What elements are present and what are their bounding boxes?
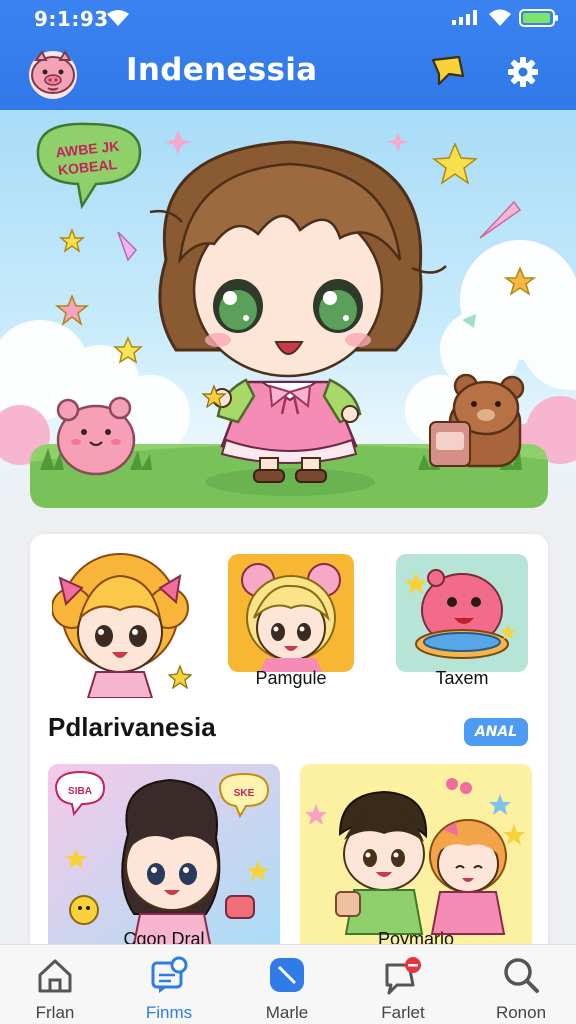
nav-item-home[interactable]: Frlan (0, 945, 110, 1024)
character-illustration (300, 764, 532, 954)
character-card[interactable]: SIBA SKE Cgon Dral (48, 764, 280, 954)
section-title: Pdlarivanesia (48, 712, 216, 742)
chibi-girl-character (149, 140, 447, 483)
card-bubble-text: SIBA (68, 786, 92, 797)
wifi-icon (489, 9, 511, 26)
nav-item-search[interactable]: Ronon (466, 945, 576, 1024)
status-bar: 9:1:93 (0, 0, 576, 36)
wifi-icon (107, 10, 129, 26)
battery-icon (519, 9, 558, 27)
nav-item-label: Ronon (495, 1003, 547, 1022)
nav-item-label: Farlet (381, 1003, 425, 1022)
nav-item-compose[interactable]: Marle (232, 945, 342, 1024)
character-illustration (228, 554, 354, 672)
nav-item-label: Frlan (35, 1003, 75, 1022)
character-illustration (52, 553, 192, 698)
featured-character-tile[interactable]: Pamgule (228, 554, 354, 714)
nav-item-chat[interactable]: Finms (114, 945, 224, 1024)
pink-bear (56, 396, 136, 476)
bottom-navigation: Frlan Finms Marle Farlet Ronon (0, 944, 576, 1024)
content-card: Pamgule Taxem Pdlarivanesia ANAL SIBA SK… (30, 534, 548, 954)
nav-item-label: Finms (145, 1003, 193, 1022)
compose-icon (270, 958, 304, 992)
app-header: 9:1:93 Indenessia (0, 0, 576, 110)
character-illustration (396, 554, 528, 672)
bookmark-icon[interactable] (429, 54, 467, 88)
featured-character-tile[interactable]: Taxem (396, 554, 528, 714)
page-title: Indenessia (126, 52, 318, 88)
notification-chat-icon (385, 957, 421, 995)
hero-illustration: AWBE JK KOBEAL (0, 122, 576, 508)
nav-item-label: Marle (265, 1003, 309, 1022)
chat-icon (151, 956, 188, 993)
character-illustration: SIBA SKE (48, 764, 280, 954)
signal-icon (452, 10, 477, 25)
search-icon (504, 958, 539, 993)
pig-avatar-icon[interactable] (24, 44, 82, 102)
featured-character-label: Taxem (435, 668, 489, 688)
nav-item-notifications[interactable]: Farlet (348, 945, 458, 1024)
card-bubble-text: SKE (234, 788, 255, 799)
character-card[interactable]: Poymario (300, 764, 532, 954)
home-icon (38, 959, 72, 993)
see-all-button[interactable]: ANAL (464, 718, 528, 746)
status-time: 9:1:93 (34, 7, 109, 31)
featured-character-label: Pamgule (255, 668, 327, 688)
featured-character-tile[interactable] (52, 548, 192, 698)
gear-icon[interactable] (506, 55, 540, 89)
hero-banner: AWBE JK KOBEAL (0, 110, 576, 512)
